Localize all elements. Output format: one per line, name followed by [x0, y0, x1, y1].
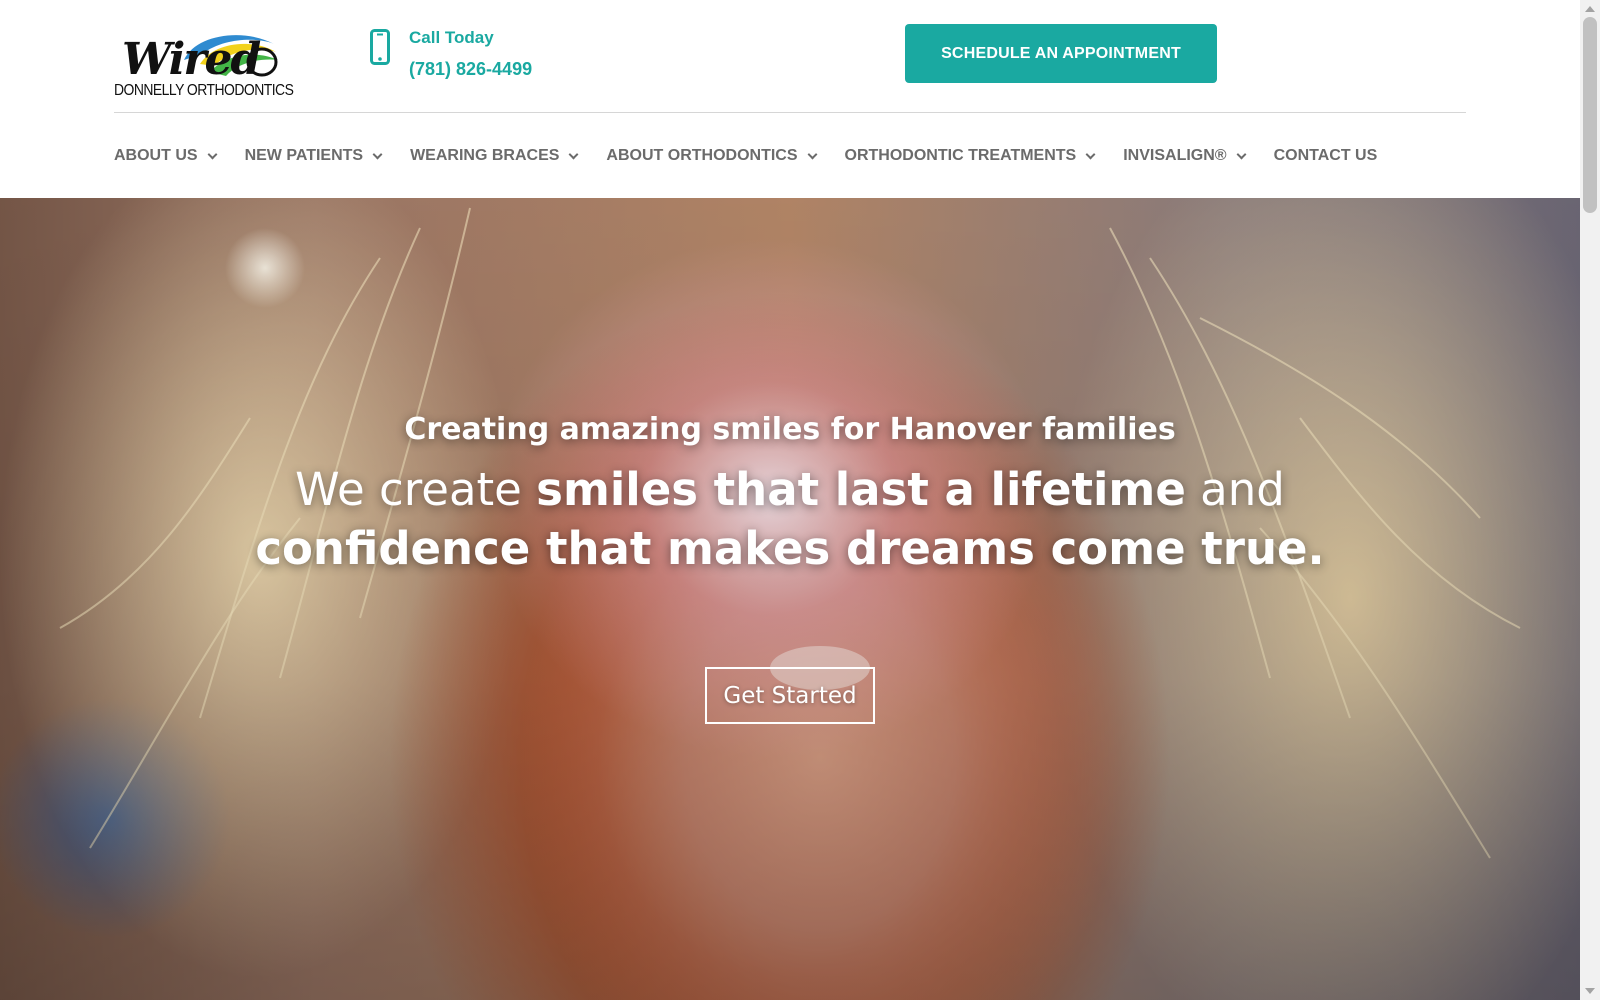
site-header: Wired DONNELLY ORTHODONTICS Call Today (… — [0, 0, 1580, 198]
page: Wired DONNELLY ORTHODONTICS Call Today (… — [0, 0, 1580, 1000]
headline-part-4: confidence that makes dreams come true. — [255, 522, 1325, 575]
nav-item-label: ABOUT ORTHODONTICS — [606, 147, 798, 164]
chevron-down-icon — [1236, 149, 1247, 159]
hero-banner: Creating amazing smiles for Hanover fami… — [0, 198, 1580, 1000]
nav-item-about-us[interactable]: ABOUT US — [114, 147, 218, 165]
phone-icon — [370, 29, 390, 65]
nav-item-label: WEARING BRACES — [410, 147, 560, 164]
headline-part-2: smiles that last a lifetime — [536, 463, 1186, 516]
nav-item-new-patients[interactable]: NEW PATIENTS — [244, 147, 383, 165]
logo-subtitle: DONNELLY ORTHODONTICS — [114, 82, 294, 99]
nav-item-orthodontic-treatments[interactable]: ORTHODONTIC TREATMENTS — [844, 147, 1096, 165]
header-divider — [114, 112, 1466, 113]
logo-wordmark: Wired — [122, 34, 261, 85]
nav-item-label: ORTHODONTIC TREATMENTS — [844, 147, 1077, 164]
chevron-down-icon — [568, 149, 579, 159]
nav-item-label: INVISALIGN® — [1123, 147, 1227, 164]
logo[interactable]: Wired DONNELLY ORTHODONTICS — [114, 30, 294, 104]
chevron-down-icon — [207, 149, 218, 159]
scroll-up-arrow-icon[interactable] — [1585, 6, 1595, 12]
hero-eyebrow: Creating amazing smiles for Hanover fami… — [404, 412, 1176, 447]
chevron-down-icon — [1085, 149, 1096, 159]
headline-part-3: and — [1200, 463, 1285, 516]
hero-headline: We create smiles that last a lifetime an… — [200, 460, 1380, 578]
nav-item-wearing-braces[interactable]: WEARING BRACES — [410, 147, 579, 165]
page-scrollbar[interactable] — [1580, 0, 1600, 1000]
nav-item-label: CONTACT US — [1273, 147, 1378, 164]
nav-item-label: ABOUT US — [114, 147, 198, 164]
logo-swoosh-graphic: Wired — [122, 34, 278, 85]
headline-part-1: We create — [295, 463, 522, 516]
nav-item-label: NEW PATIENTS — [244, 147, 364, 164]
call-today-label: Call Today — [409, 28, 494, 47]
chevron-down-icon — [372, 149, 383, 159]
nav-item-contact-us[interactable]: CONTACT US — [1274, 147, 1378, 165]
hero-content: Creating amazing smiles for Hanover fami… — [0, 198, 1580, 1000]
main-nav: ABOUT US NEW PATIENTS WEARING BRACES ABO… — [114, 144, 1377, 168]
schedule-appointment-button[interactable]: SCHEDULE AN APPOINTMENT — [905, 24, 1217, 83]
scrollbar-thumb[interactable] — [1583, 17, 1597, 213]
chevron-down-icon — [807, 149, 817, 159]
get-started-button[interactable]: Get Started — [705, 667, 875, 724]
nav-item-about-orthodontics[interactable]: ABOUT ORTHODONTICS — [606, 147, 817, 165]
phone-number-link[interactable]: (781) 826-4499 — [409, 59, 532, 80]
scroll-down-arrow-icon[interactable] — [1585, 988, 1595, 994]
nav-item-invisalign[interactable]: INVISALIGN® — [1123, 147, 1247, 165]
